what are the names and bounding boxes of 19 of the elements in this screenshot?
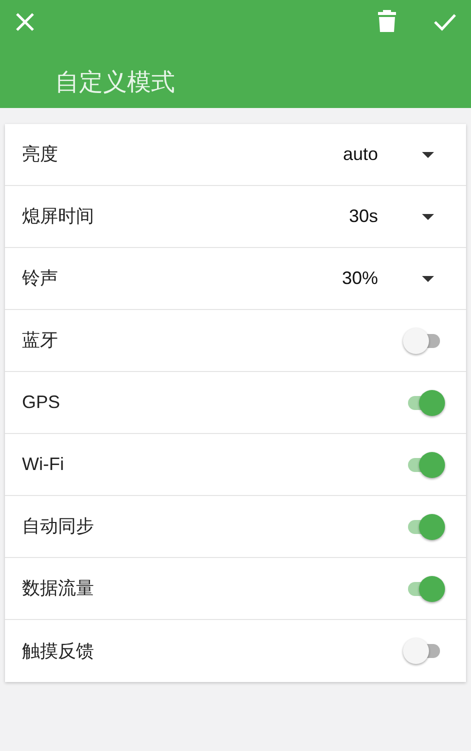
caret-icon [422,276,434,282]
setting-label: 铃声 [22,267,59,290]
screen-title: 自定义模式 [55,68,175,98]
check-icon[interactable] [433,12,457,32]
close-icon[interactable] [14,11,36,33]
caret-icon [422,214,434,220]
setting-label: 熄屏时间 [22,205,95,228]
value-dropdown[interactable]: auto [278,141,444,168]
setting-label: GPS [22,391,62,414]
caret-icon [422,152,434,158]
setting-label: Wi-Fi [22,453,65,476]
value-dropdown[interactable]: 30% [278,265,444,292]
setting-label: 亮度 [22,143,59,166]
setting-label: 数据流量 [22,577,95,600]
setting-label: 自动同步 [22,515,95,538]
setting-label: 蓝牙 [22,329,59,352]
value-dropdown[interactable]: 30s [278,203,444,230]
setting-label: 触摸反馈 [22,640,95,662]
delete-icon[interactable] [377,9,397,33]
